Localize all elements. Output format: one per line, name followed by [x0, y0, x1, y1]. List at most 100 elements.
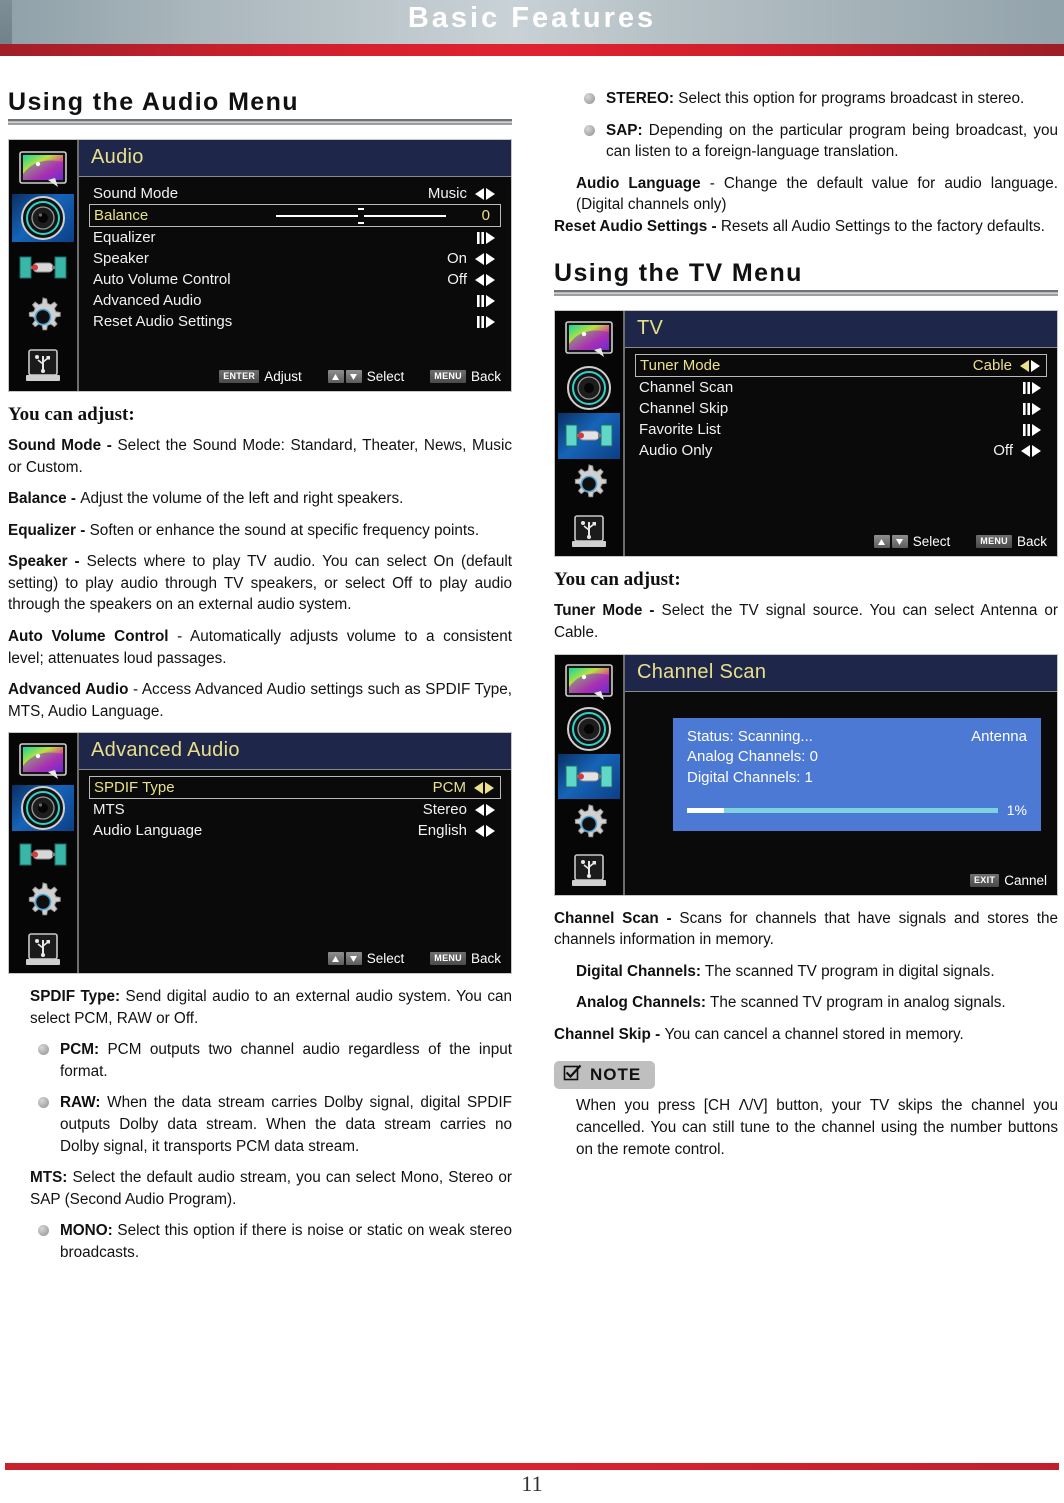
osd-row[interactable]: Speaker On — [89, 248, 501, 269]
channel-scan-osd-screenshot: Channel Scan Status: Scanning... Antenna… — [554, 653, 1058, 896]
progress-track — [687, 807, 998, 813]
osd-main: Audio Sound Mode Music Balance 0 Equaliz… — [79, 140, 511, 391]
digital-channels-label: Digital Channels: 1 — [687, 768, 813, 786]
enter-keycap: ENTER — [219, 370, 260, 383]
picture-icon[interactable] — [558, 660, 620, 705]
settings-gear-icon[interactable] — [558, 461, 620, 507]
up-arrow-icon — [327, 370, 344, 383]
hint-menu-back[interactable]: MENU Back — [430, 951, 501, 966]
left-right-arrows-icon[interactable] — [1018, 359, 1042, 373]
audio-icon[interactable] — [558, 707, 620, 752]
hint-updown-select[interactable]: Select — [327, 951, 404, 966]
osd-row[interactable]: Audio Language English — [89, 820, 501, 841]
exit-keycap: EXIT — [970, 873, 1000, 887]
right-column: STEREO: Select this option for programs … — [554, 88, 1058, 1160]
osd-row[interactable]: Channel Scan — [635, 377, 1047, 398]
list-item: Balance - Adjust the volume of the left … — [8, 488, 512, 510]
term: SAP: — [606, 121, 643, 139]
osd-row-selected[interactable]: Tuner Mode Cable — [635, 354, 1047, 378]
osd-row[interactable]: Equalizer — [89, 227, 501, 248]
balance-slider[interactable] — [276, 207, 446, 224]
left-right-arrows-icon[interactable] — [473, 187, 497, 201]
osd-row[interactable]: MTS Stereo — [89, 799, 501, 820]
hint-label: Select — [366, 369, 405, 384]
settings-gear-icon[interactable] — [558, 801, 620, 846]
left-right-arrows-icon[interactable] — [472, 781, 496, 795]
section-divider — [554, 290, 1058, 297]
osd-row[interactable]: Sound Mode Music — [89, 183, 501, 204]
usb-icon[interactable] — [12, 343, 74, 390]
submenu-arrow-icon[interactable] — [473, 231, 497, 245]
tv-tuner-icon[interactable] — [558, 753, 620, 800]
usb-icon[interactable] — [558, 509, 620, 555]
bullet-item: STEREO: Select this option for programs … — [576, 88, 1058, 110]
list-item: Channel Skip - You can cancel a channel … — [554, 1024, 1058, 1046]
submenu-arrow-icon[interactable] — [473, 294, 497, 308]
hint-label: Select — [912, 534, 951, 550]
left-right-arrows-icon[interactable] — [473, 803, 497, 817]
submenu-arrow-icon[interactable] — [473, 315, 497, 329]
row-value: Off — [447, 271, 467, 288]
tv-tuner-icon[interactable] — [12, 244, 74, 291]
tv-tuner-icon[interactable] — [12, 833, 74, 878]
usb-icon[interactable] — [558, 848, 620, 893]
hint-menu-back[interactable]: MENU Back — [430, 369, 501, 384]
tv-tuner-icon[interactable] — [558, 412, 620, 459]
section-heading-tv: Using the TV Menu — [554, 259, 803, 288]
submenu-arrow-icon[interactable] — [1019, 381, 1043, 395]
row-label: Tuner Mode — [640, 357, 721, 375]
desc: Depending on the particular program bein… — [606, 121, 1058, 161]
settings-gear-icon[interactable] — [12, 880, 74, 925]
osd-row[interactable]: Auto Volume Control Off — [89, 269, 501, 290]
hint-updown-select[interactable]: Select — [873, 534, 951, 550]
row-label: Balance — [94, 207, 149, 224]
list-item: MTS: Select the default audio stream, yo… — [30, 1167, 512, 1210]
osd-row-selected[interactable]: Balance 0 — [89, 204, 501, 227]
list-item: Advanced Audio - Access Advanced Audio s… — [8, 679, 512, 722]
hint-exit-cancel[interactable]: EXIT Cannel — [970, 873, 1047, 888]
row-label: Channel Scan — [639, 379, 734, 397]
submenu-arrow-icon[interactable] — [1019, 423, 1043, 437]
left-right-arrows-icon[interactable] — [473, 273, 497, 287]
up-down-keycaps — [873, 535, 908, 549]
osd-row[interactable]: Audio Only Off — [635, 440, 1047, 461]
audio-icon[interactable] — [12, 194, 74, 242]
osd-hint-bar: Select MENU Back — [79, 951, 511, 974]
picture-icon[interactable] — [558, 316, 620, 362]
term: Channel Scan - — [554, 909, 680, 927]
bullet-item: MONO: Select this option if there is noi… — [30, 1220, 512, 1263]
osd-title: Audio — [79, 140, 511, 177]
submenu-arrow-icon[interactable] — [1019, 402, 1043, 416]
list-item: Sound Mode - Select the Sound Mode: Stan… — [8, 435, 512, 478]
left-right-arrows-icon[interactable] — [473, 824, 497, 838]
osd-hint-bar: ENTER Adjust Select MENU Back — [79, 369, 511, 391]
hint-label: Cannel — [1004, 872, 1047, 888]
usb-icon[interactable] — [12, 927, 74, 972]
hint-updown-select[interactable]: Select — [327, 369, 405, 384]
picture-icon[interactable] — [12, 145, 74, 192]
term: Audio Language — [576, 174, 701, 192]
osd-row[interactable]: Favorite List — [635, 419, 1047, 440]
left-right-arrows-icon[interactable] — [473, 252, 497, 266]
osd-row-selected[interactable]: SPDIF Type PCM — [89, 776, 501, 800]
osd-row[interactable]: Advanced Audio — [89, 290, 501, 311]
audio-icon[interactable] — [12, 785, 74, 831]
picture-icon[interactable] — [12, 738, 74, 783]
menu-keycap: MENU — [430, 952, 466, 966]
left-right-arrows-icon[interactable] — [1019, 444, 1043, 458]
desc: Select the default audio stream, you can… — [30, 1169, 512, 1208]
osd-rows: Sound Mode Music Balance 0 Equalizer Spe… — [79, 177, 511, 369]
osd-row[interactable]: Reset Audio Settings — [89, 311, 501, 332]
osd-title: TV — [625, 311, 1057, 349]
osd-row[interactable]: Channel Skip — [635, 398, 1047, 419]
hint-enter-adjust[interactable]: ENTER Adjust — [219, 369, 302, 384]
osd-sidebar — [555, 654, 625, 895]
menu-keycap: MENU — [430, 370, 466, 383]
audio-icon[interactable] — [558, 365, 620, 411]
term: Reset Audio Settings - — [554, 217, 721, 235]
hint-label: Adjust — [264, 369, 302, 384]
hint-menu-back[interactable]: MENU Back — [976, 534, 1047, 549]
settings-gear-icon[interactable] — [12, 293, 74, 340]
term: Auto Volume Control — [8, 627, 169, 645]
row-value: Music — [427, 185, 467, 202]
